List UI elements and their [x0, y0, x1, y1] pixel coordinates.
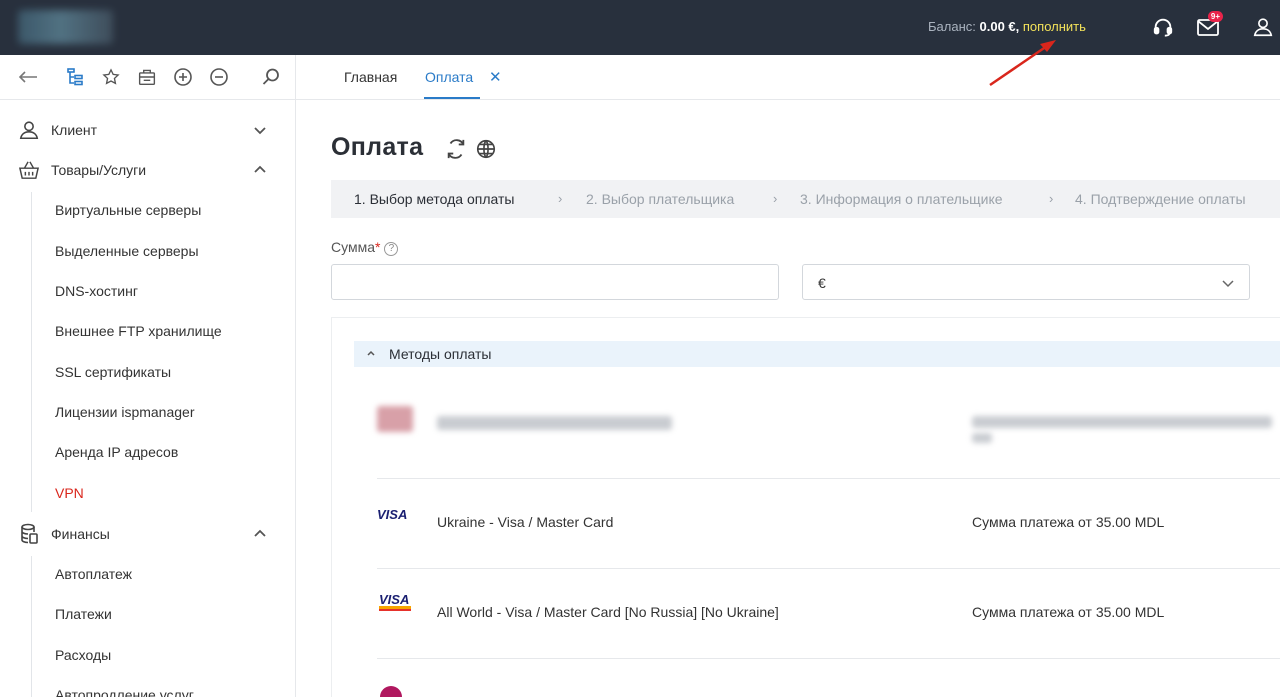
brand-logo[interactable] [18, 10, 113, 44]
zoom-out-minus-icon[interactable] [208, 66, 230, 88]
payment-method-min-amount: Сумма платежа от 35.00 MDL [972, 604, 1165, 620]
active-tab-indicator [424, 97, 480, 99]
database-coins-icon [17, 522, 41, 546]
payment-methods-title: Методы оплаты [389, 346, 492, 362]
amount-input[interactable] [331, 264, 779, 300]
payment-method-row[interactable]: VISA All World - Visa / Master Card [No … [377, 569, 1280, 659]
sidebar-section-client[interactable]: Клиент [0, 110, 295, 150]
chevron-down-icon [1222, 280, 1234, 288]
globe-icon[interactable] [475, 138, 497, 160]
visa-logo: VISA [377, 507, 407, 522]
submenu-guide-line [31, 556, 32, 697]
tab-close-icon[interactable]: ✕ [489, 68, 502, 86]
amount-label: Сумма*? [331, 239, 399, 256]
sidebar-section-finance[interactable]: Финансы [0, 514, 295, 554]
sidebar-item-auto-renewal[interactable]: Автопродление услуг [55, 687, 194, 697]
payment-steps: 1. Выбор метода оплаты › 2. Выбор плател… [331, 180, 1280, 218]
sidebar-item-vpn[interactable]: VPN [55, 485, 84, 501]
sidebar-item-autopayment[interactable]: Автоплатеж [55, 566, 132, 582]
payment-method-row-partial[interactable] [377, 659, 1280, 697]
back-arrow-icon[interactable] [17, 66, 39, 88]
step-separator-chevron-icon: › [1049, 191, 1054, 206]
sidebar: Клиент Товары/Услуги Виртуальные серверы… [0, 100, 296, 697]
payment-method-min-amount: Сумма платежа от 35.00 MDL [972, 514, 1165, 530]
payment-method-logo [377, 406, 413, 432]
support-headset-icon[interactable] [1150, 14, 1176, 40]
tab-payment[interactable]: Оплата [425, 69, 473, 85]
step-1[interactable]: 1. Выбор метода оплаты [354, 191, 514, 207]
top-bar: Баланс: 0.00 €, пополнить 9+ [0, 0, 1280, 55]
sidebar-item-dns-hosting[interactable]: DNS-хостинг [55, 283, 138, 299]
chevron-up-icon [367, 350, 375, 356]
payment-method-min-redacted [972, 416, 1272, 428]
basket-icon [17, 158, 41, 182]
payment-methods-panel: Методы оплаты VISA Ukraine - Visa / Mast… [331, 317, 1280, 697]
sidebar-section-label: Финансы [51, 526, 110, 542]
payment-method-row[interactable]: VISA Ukraine - Visa / Master Card Сумма … [377, 479, 1280, 569]
tab-home[interactable]: Главная [344, 69, 397, 85]
submenu-guide-line [31, 192, 32, 512]
sidebar-item-ftp-storage[interactable]: Внешнее FTP хранилище [55, 323, 222, 339]
payment-method-name-redacted [437, 416, 672, 430]
tree-structure-icon[interactable] [64, 66, 86, 88]
star-icon[interactable] [100, 66, 122, 88]
sidebar-section-products[interactable]: Товары/Услуги [0, 150, 295, 190]
sidebar-toolbar [0, 55, 296, 100]
sidebar-section-label: Клиент [51, 122, 98, 138]
chevron-down-icon[interactable] [252, 122, 268, 138]
step-4[interactable]: 4. Подтверждение оплаты [1075, 191, 1246, 207]
tab-bar: Главная Оплата ✕ [296, 55, 1280, 100]
sidebar-item-expenses[interactable]: Расходы [55, 647, 111, 663]
payment-method-name: All World - Visa / Master Card [No Russi… [437, 604, 779, 620]
help-question-icon[interactable]: ? [384, 242, 399, 256]
sidebar-item-ssl-certificates[interactable]: SSL сертификаты [55, 364, 171, 380]
balance-display: Баланс: 0.00 €, пополнить [928, 19, 1086, 34]
svg-text:VISA: VISA [379, 592, 409, 607]
payment-method-name: Ukraine - Visa / Master Card [437, 514, 614, 530]
svg-text:VISA: VISA [377, 507, 407, 522]
sidebar-section-label: Товары/Услуги [51, 162, 147, 178]
chevron-up-icon[interactable] [252, 162, 268, 178]
payment-methods-header[interactable]: Методы оплаты [354, 341, 1280, 367]
amount-label-text: Сумма [331, 239, 375, 255]
zoom-in-plus-icon[interactable] [172, 66, 194, 88]
step-3[interactable]: 3. Информация о плательщике [800, 191, 1003, 207]
main-content: Оплата 1. Выбор метода оплаты › 2. Выбор… [331, 100, 1280, 697]
sidebar-item-ip-rental[interactable]: Аренда IP адресов [55, 444, 178, 460]
balance-amount: 0.00 €, [979, 19, 1020, 34]
currency-value: € [818, 275, 826, 291]
step-separator-chevron-icon: › [773, 191, 778, 206]
topup-link[interactable]: пополнить [1023, 19, 1086, 34]
user-icon [17, 118, 41, 142]
basket-icon[interactable] [136, 66, 158, 88]
visa-mastercard-logo: VISA [379, 592, 411, 611]
currency-select[interactable]: € [802, 264, 1250, 300]
payment-provider-logo [380, 686, 402, 697]
sidebar-item-dedicated-servers[interactable]: Выделенные серверы [55, 243, 199, 259]
page-title: Оплата [331, 133, 424, 161]
search-icon[interactable] [260, 66, 282, 88]
payment-method-row-redacted[interactable] [377, 393, 1280, 479]
step-separator-chevron-icon: › [558, 191, 563, 206]
required-asterisk: * [375, 239, 381, 255]
notifications-envelope-icon[interactable]: 9+ [1195, 11, 1223, 40]
payment-method-min-redacted-2 [972, 433, 992, 443]
refresh-icon[interactable] [445, 138, 467, 160]
sidebar-item-ispmanager-licenses[interactable]: Лицензии ispmanager [55, 404, 195, 420]
notifications-badge: 9+ [1207, 11, 1223, 22]
chevron-up-icon[interactable] [252, 526, 268, 542]
sidebar-item-virtual-servers[interactable]: Виртуальные серверы [55, 202, 201, 218]
user-profile-icon[interactable] [1250, 14, 1276, 40]
step-2[interactable]: 2. Выбор плательщика [586, 191, 734, 207]
sidebar-item-payments[interactable]: Платежи [55, 606, 112, 622]
balance-label: Баланс: [928, 19, 976, 34]
